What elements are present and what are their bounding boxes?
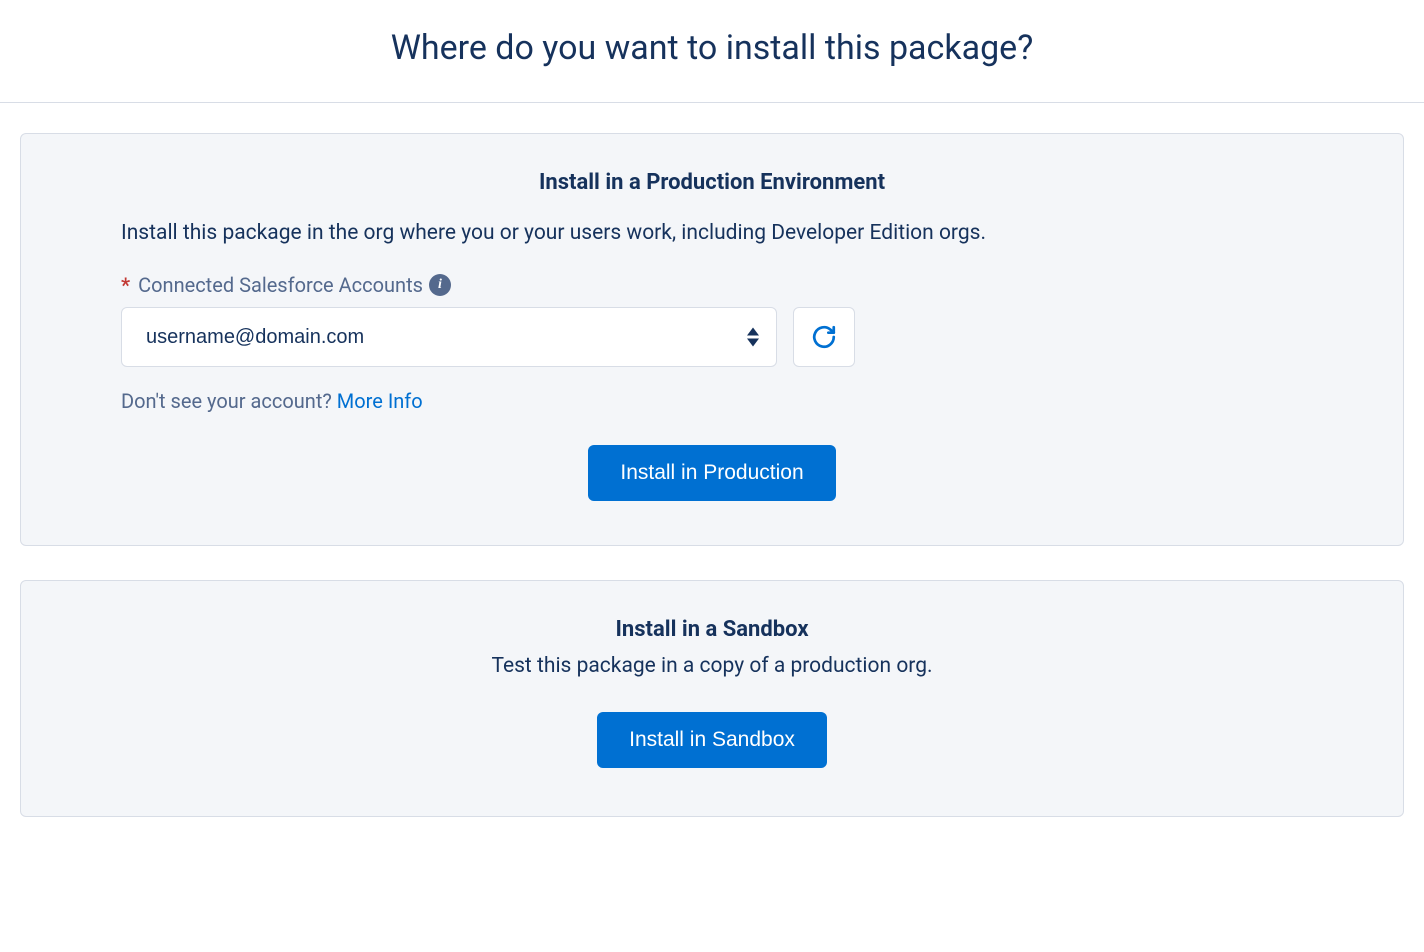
account-select[interactable] <box>121 307 777 367</box>
production-button-row: Install in Production <box>121 445 1303 501</box>
content-area: Install in a Production Environment Inst… <box>0 103 1424 871</box>
refresh-button[interactable] <box>793 307 855 367</box>
more-info-link[interactable]: More Info <box>337 389 423 413</box>
help-prefix: Don't see your account? <box>121 389 337 413</box>
required-asterisk: * <box>121 273 130 297</box>
page-header: Where do you want to install this packag… <box>0 0 1424 102</box>
install-production-button[interactable]: Install in Production <box>588 445 835 501</box>
account-field-label-row: * Connected Salesforce Accounts i <box>121 273 1303 297</box>
production-card: Install in a Production Environment Inst… <box>20 133 1404 546</box>
sandbox-button-row: Install in Sandbox <box>121 712 1303 768</box>
sandbox-card: Install in a Sandbox Test this package i… <box>20 580 1404 817</box>
sandbox-description: Test this package in a copy of a product… <box>121 654 1303 678</box>
production-description: Install this package in the org where yo… <box>121 221 1303 245</box>
account-input-row <box>121 307 1303 367</box>
install-sandbox-button[interactable]: Install in Sandbox <box>597 712 827 768</box>
refresh-icon <box>811 324 837 350</box>
help-text: Don't see your account? More Info <box>121 389 1303 413</box>
account-select-wrap <box>121 307 777 367</box>
production-title: Install in a Production Environment <box>121 170 1303 195</box>
account-field-label: Connected Salesforce Accounts <box>138 273 423 297</box>
page-title: Where do you want to install this packag… <box>20 28 1404 68</box>
info-icon[interactable]: i <box>429 274 451 296</box>
sandbox-title: Install in a Sandbox <box>121 617 1303 642</box>
